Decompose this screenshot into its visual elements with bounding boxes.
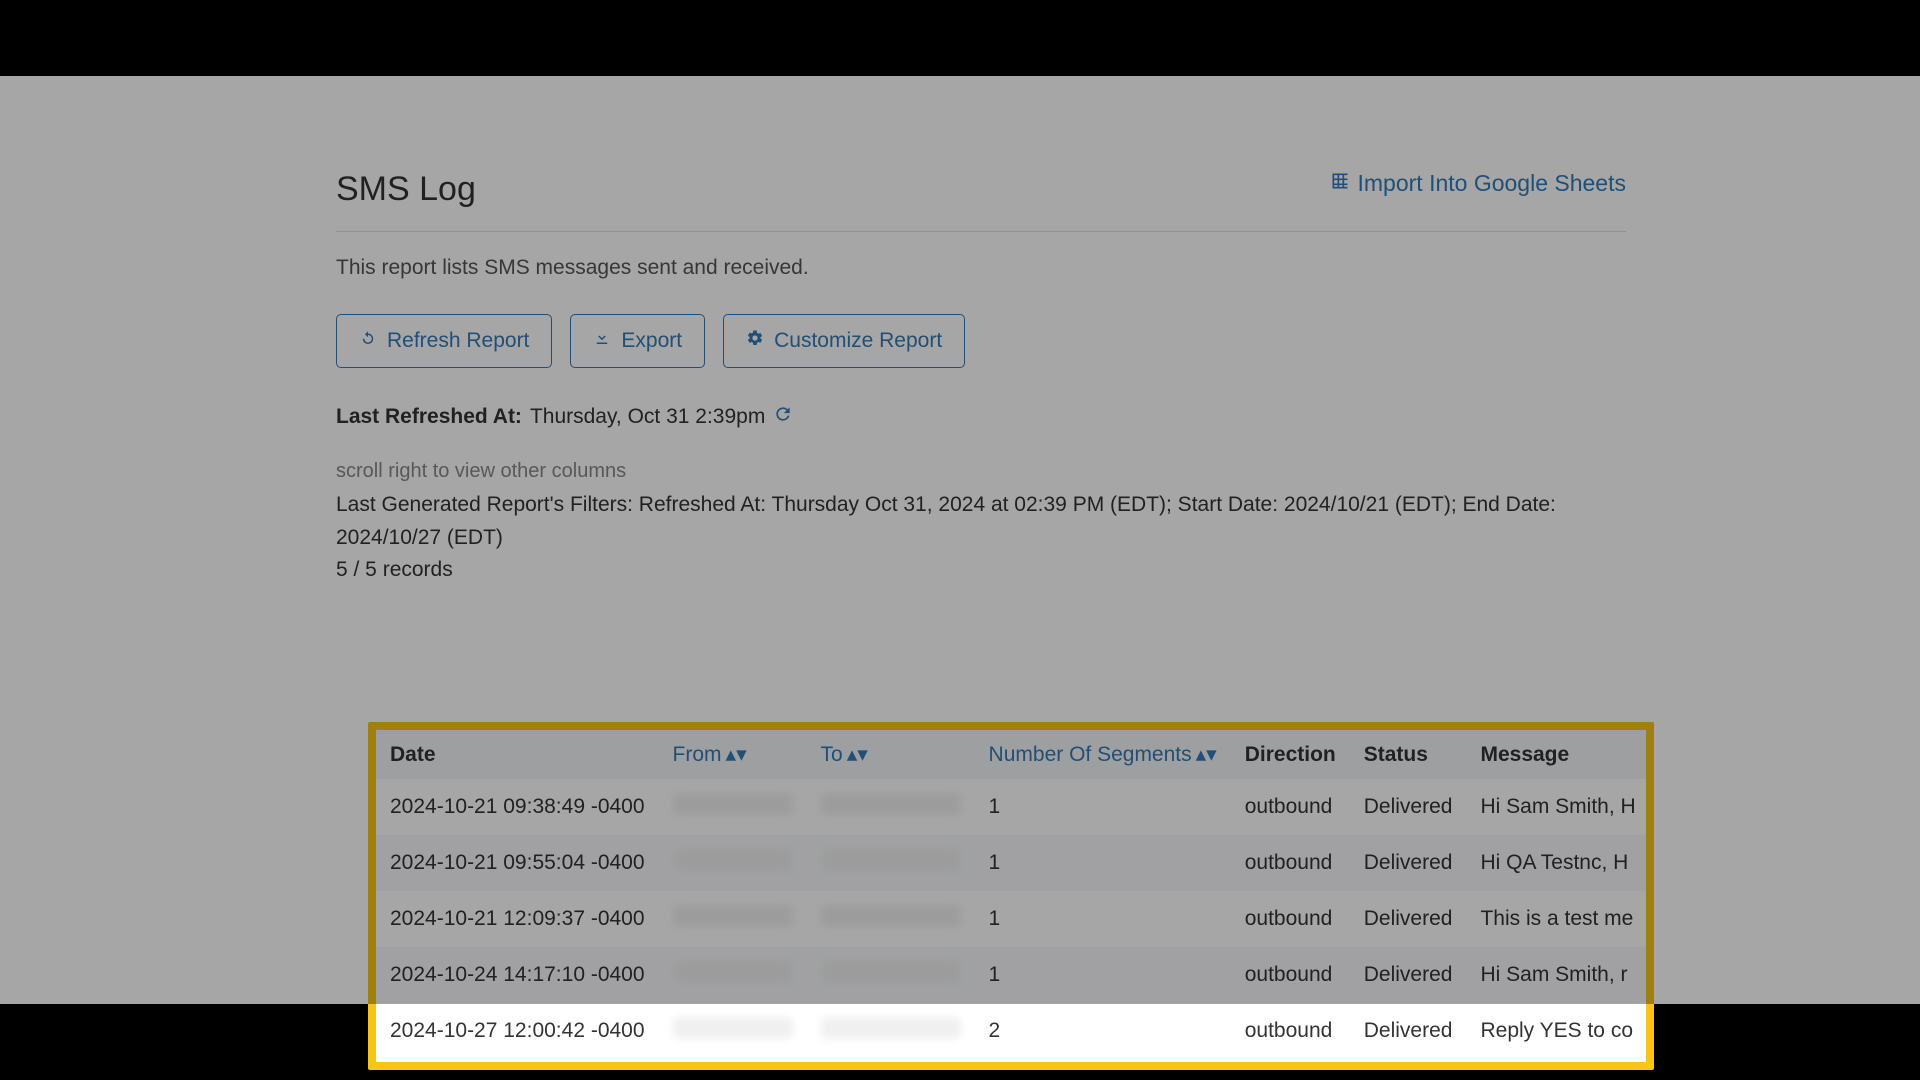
cell-direction: outbound (1231, 947, 1350, 1003)
cell-date: 2024-10-27 12:00:42 -0400 (376, 1003, 659, 1059)
import-google-sheets-link[interactable]: Import Into Google Sheets (1330, 170, 1627, 197)
gear-icon (746, 329, 764, 353)
cell-segments: 2 (975, 1003, 1231, 1059)
cell-status: Delivered (1350, 779, 1467, 835)
col-header-date[interactable]: Date (376, 730, 659, 779)
refresh-report-button[interactable]: Refresh Report (336, 314, 552, 368)
sms-log-table: Date From▴▾ To▴▾ Number Of Segments▴▾ Di… (376, 730, 1646, 1059)
cell-direction: outbound (1231, 891, 1350, 947)
divider (336, 231, 1626, 232)
redacted-phone (821, 1017, 961, 1039)
page-title: SMS Log (336, 170, 476, 209)
col-header-status[interactable]: Status (1350, 730, 1467, 779)
cell-to (807, 947, 975, 1003)
cell-date: 2024-10-24 14:17:10 -0400 (376, 947, 659, 1003)
refresh-icon (359, 329, 377, 353)
cell-from (659, 891, 807, 947)
filters-line: Last Generated Report's Filters: Refresh… (336, 489, 1626, 554)
table-row[interactable]: 2024-10-21 09:38:49 -0400 1outboundDelive… (376, 779, 1646, 835)
table-row[interactable]: 2024-10-21 12:09:37 -0400 1outboundDelive… (376, 891, 1646, 947)
sort-icon: ▴▾ (726, 742, 747, 767)
redacted-phone (821, 961, 961, 983)
col-header-to[interactable]: To▴▾ (807, 730, 975, 779)
export-button-label: Export (621, 329, 682, 353)
cell-direction: outbound (1231, 1003, 1350, 1059)
sort-icon: ▴▾ (847, 742, 868, 767)
export-button[interactable]: Export (570, 314, 705, 368)
refresh-button-label: Refresh Report (387, 329, 529, 353)
report-description: This report lists SMS messages sent and … (336, 256, 1626, 280)
cell-message: Hi Sam Smith, H (1466, 779, 1646, 835)
last-refreshed-value: Thursday, Oct 31 2:39pm (530, 405, 765, 429)
redacted-phone (821, 905, 961, 927)
last-refreshed: Last Refreshed At: Thursday, Oct 31 2:39… (336, 404, 1626, 430)
col-header-to-label: To (821, 743, 843, 766)
customize-report-button[interactable]: Customize Report (723, 314, 965, 368)
import-link-label: Import Into Google Sheets (1358, 170, 1627, 197)
cell-message: This is a test me (1466, 891, 1646, 947)
cell-to (807, 891, 975, 947)
sms-log-table-container: Date From▴▾ To▴▾ Number Of Segments▴▾ Di… (376, 730, 1646, 1062)
scroll-hint: scroll right to view other columns (336, 460, 1626, 483)
redacted-phone (821, 793, 961, 815)
cell-message: Hi QA Testnc, H (1466, 835, 1646, 891)
records-count: 5 / 5 records (336, 558, 1626, 582)
redacted-phone (673, 849, 793, 871)
refresh-inline-icon[interactable] (773, 404, 793, 430)
col-header-direction[interactable]: Direction (1231, 730, 1350, 779)
sort-icon: ▴▾ (1196, 742, 1217, 767)
cell-date: 2024-10-21 09:38:49 -0400 (376, 779, 659, 835)
col-header-segments[interactable]: Number Of Segments▴▾ (975, 730, 1231, 779)
grid-icon (1330, 170, 1350, 197)
col-header-message[interactable]: Message (1466, 730, 1646, 779)
cell-segments: 1 (975, 891, 1231, 947)
table-row[interactable]: 2024-10-24 14:17:10 -0400 1outboundDelive… (376, 947, 1646, 1003)
cell-to (807, 779, 975, 835)
cell-to (807, 835, 975, 891)
table-row[interactable]: 2024-10-27 12:00:42 -0400 2outboundDelive… (376, 1003, 1646, 1059)
table-row[interactable]: 2024-10-21 09:55:04 -0400 1outboundDelive… (376, 835, 1646, 891)
cell-from (659, 835, 807, 891)
cell-status: Delivered (1350, 891, 1467, 947)
col-header-from[interactable]: From▴▾ (659, 730, 807, 779)
cell-direction: outbound (1231, 779, 1350, 835)
col-header-from-label: From (673, 743, 722, 766)
cell-to (807, 1003, 975, 1059)
redacted-phone (821, 849, 961, 871)
cell-segments: 1 (975, 947, 1231, 1003)
cell-segments: 1 (975, 779, 1231, 835)
col-header-segments-label: Number Of Segments (989, 743, 1192, 766)
cell-date: 2024-10-21 12:09:37 -0400 (376, 891, 659, 947)
cell-message: Hi Sam Smith, r (1466, 947, 1646, 1003)
cell-status: Delivered (1350, 1003, 1467, 1059)
redacted-phone (673, 1017, 793, 1039)
last-refreshed-label: Last Refreshed At: (336, 405, 522, 429)
cell-from (659, 1003, 807, 1059)
redacted-phone (673, 961, 793, 983)
cell-direction: outbound (1231, 835, 1350, 891)
cell-from (659, 779, 807, 835)
cell-from (659, 947, 807, 1003)
redacted-phone (673, 905, 793, 927)
download-icon (593, 329, 611, 353)
redacted-phone (673, 793, 793, 815)
cell-segments: 1 (975, 835, 1231, 891)
cell-status: Delivered (1350, 835, 1467, 891)
customize-button-label: Customize Report (774, 329, 942, 353)
cell-message: Reply YES to co (1466, 1003, 1646, 1059)
cell-status: Delivered (1350, 947, 1467, 1003)
app-frame: SMS Log Import Into Google Sheets This r… (0, 76, 1920, 1004)
cell-date: 2024-10-21 09:55:04 -0400 (376, 835, 659, 891)
